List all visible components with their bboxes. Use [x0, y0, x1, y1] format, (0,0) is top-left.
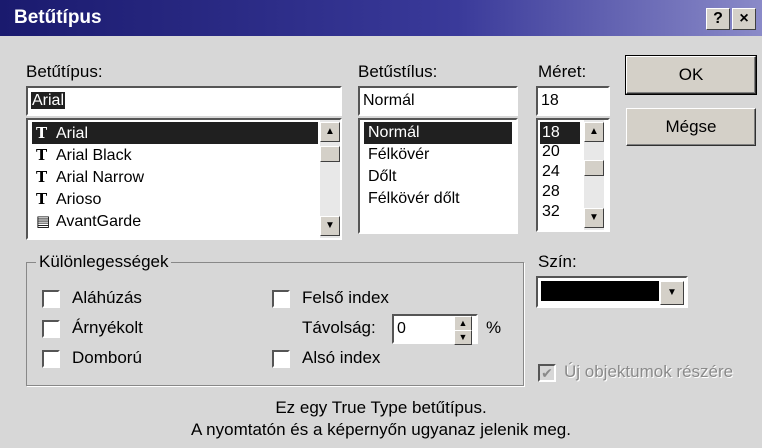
color-label: Szín: [538, 252, 577, 271]
subscript-checkbox[interactable] [272, 350, 290, 368]
subscript-label: Alsó index [302, 348, 381, 367]
size-list-item[interactable]: 28 [540, 182, 580, 202]
scroll-thumb[interactable] [584, 160, 604, 176]
offset-label: Távolság: [302, 318, 376, 337]
ok-button[interactable]: OK [625, 55, 757, 95]
scroll-up-icon[interactable]: ▲ [584, 122, 604, 142]
style-input[interactable]: Normál [358, 86, 518, 116]
scroll-thumb[interactable] [320, 146, 340, 162]
style-list[interactable]: Normál Félkövér Dőlt Félkövér dőlt [358, 118, 518, 234]
size-list-item[interactable]: 20 [540, 142, 580, 162]
font-list-item[interactable]: T Arial Narrow [32, 166, 318, 188]
size-input[interactable]: 18 [536, 86, 610, 116]
color-swatch [541, 281, 659, 301]
size-list-item[interactable]: 18 [540, 122, 580, 144]
size-list-item[interactable]: 32 [540, 202, 580, 222]
printer-font-icon: ▤ [36, 212, 51, 230]
scroll-up-icon[interactable]: ▲ [320, 122, 340, 142]
shadow-label: Árnyékolt [72, 318, 143, 337]
truetype-icon: T [36, 190, 48, 208]
font-list-item[interactable]: T Arioso [32, 188, 318, 210]
font-list-item[interactable]: ▤ AvantGarde [32, 210, 318, 232]
shadow-checkbox[interactable] [42, 320, 60, 338]
style-list-item[interactable]: Normál [364, 122, 512, 144]
font-info-line-2: A nyomtatón és a képernyőn ugyanaz jelen… [191, 420, 571, 439]
font-list-scrollbar[interactable]: ▲ ▼ [320, 120, 340, 238]
emboss-label: Domború [72, 348, 142, 367]
offset-unit: % [486, 318, 502, 337]
title-bar: Betűtípus ? × [0, 0, 762, 36]
scroll-down-icon[interactable]: ▼ [320, 216, 340, 236]
font-input[interactable]: Arial [26, 86, 342, 116]
emboss-checkbox[interactable] [42, 350, 60, 368]
effects-legend: Különlegességek [36, 252, 172, 272]
truetype-icon: T [36, 124, 48, 142]
offset-value: 0 [397, 320, 406, 337]
dialog-title: Betűtípus [14, 7, 102, 28]
font-list-item[interactable]: T Arial Black [32, 144, 318, 166]
style-list-item[interactable]: Dőlt [364, 166, 512, 188]
superscript-label: Felső index [302, 288, 389, 307]
font-input-value: Arial [31, 92, 66, 109]
style-list-item[interactable]: Félkövér dőlt [364, 188, 512, 210]
font-dialog: Betűtípus ? × Betűtípus: Arial T Arial TA… [0, 0, 762, 448]
size-label: Méret: [538, 62, 587, 81]
style-list-item[interactable]: Félkövér [364, 144, 512, 166]
font-info-line-1: Ez egy True Type betűtípus. [275, 398, 487, 417]
default-checkbox-label: Új objektumok részére [564, 362, 734, 381]
offset-up-icon[interactable]: ▲ [454, 316, 472, 331]
font-label: Betűtípus: [26, 62, 103, 81]
close-button[interactable]: × [732, 8, 756, 30]
superscript-checkbox[interactable] [272, 290, 290, 308]
color-select[interactable]: ▼ [536, 276, 688, 308]
size-list-item[interactable]: 24 [540, 162, 580, 182]
style-label: Betűstílus: [358, 62, 438, 81]
scroll-down-icon[interactable]: ▼ [584, 208, 604, 228]
underline-label: Aláhúzás [72, 288, 142, 307]
font-list-item[interactable]: T Arial [32, 122, 318, 144]
cancel-button[interactable]: Mégse [626, 108, 756, 146]
chevron-down-icon[interactable]: ▼ [660, 281, 684, 305]
font-list[interactable]: T Arial T Arial Black T Arial Narrow T Arios… [26, 118, 342, 240]
underline-checkbox[interactable] [42, 290, 60, 308]
default-checkbox[interactable]: ✔ [538, 364, 556, 382]
truetype-icon: T [36, 146, 48, 164]
truetype-icon: T [36, 168, 48, 186]
help-button[interactable]: ? [706, 8, 730, 30]
offset-down-icon[interactable]: ▼ [454, 330, 472, 345]
size-list[interactable]: 18 20 24 28 32 ▲ ▼ [536, 118, 610, 232]
size-list-scrollbar[interactable]: ▲ ▼ [584, 120, 604, 230]
